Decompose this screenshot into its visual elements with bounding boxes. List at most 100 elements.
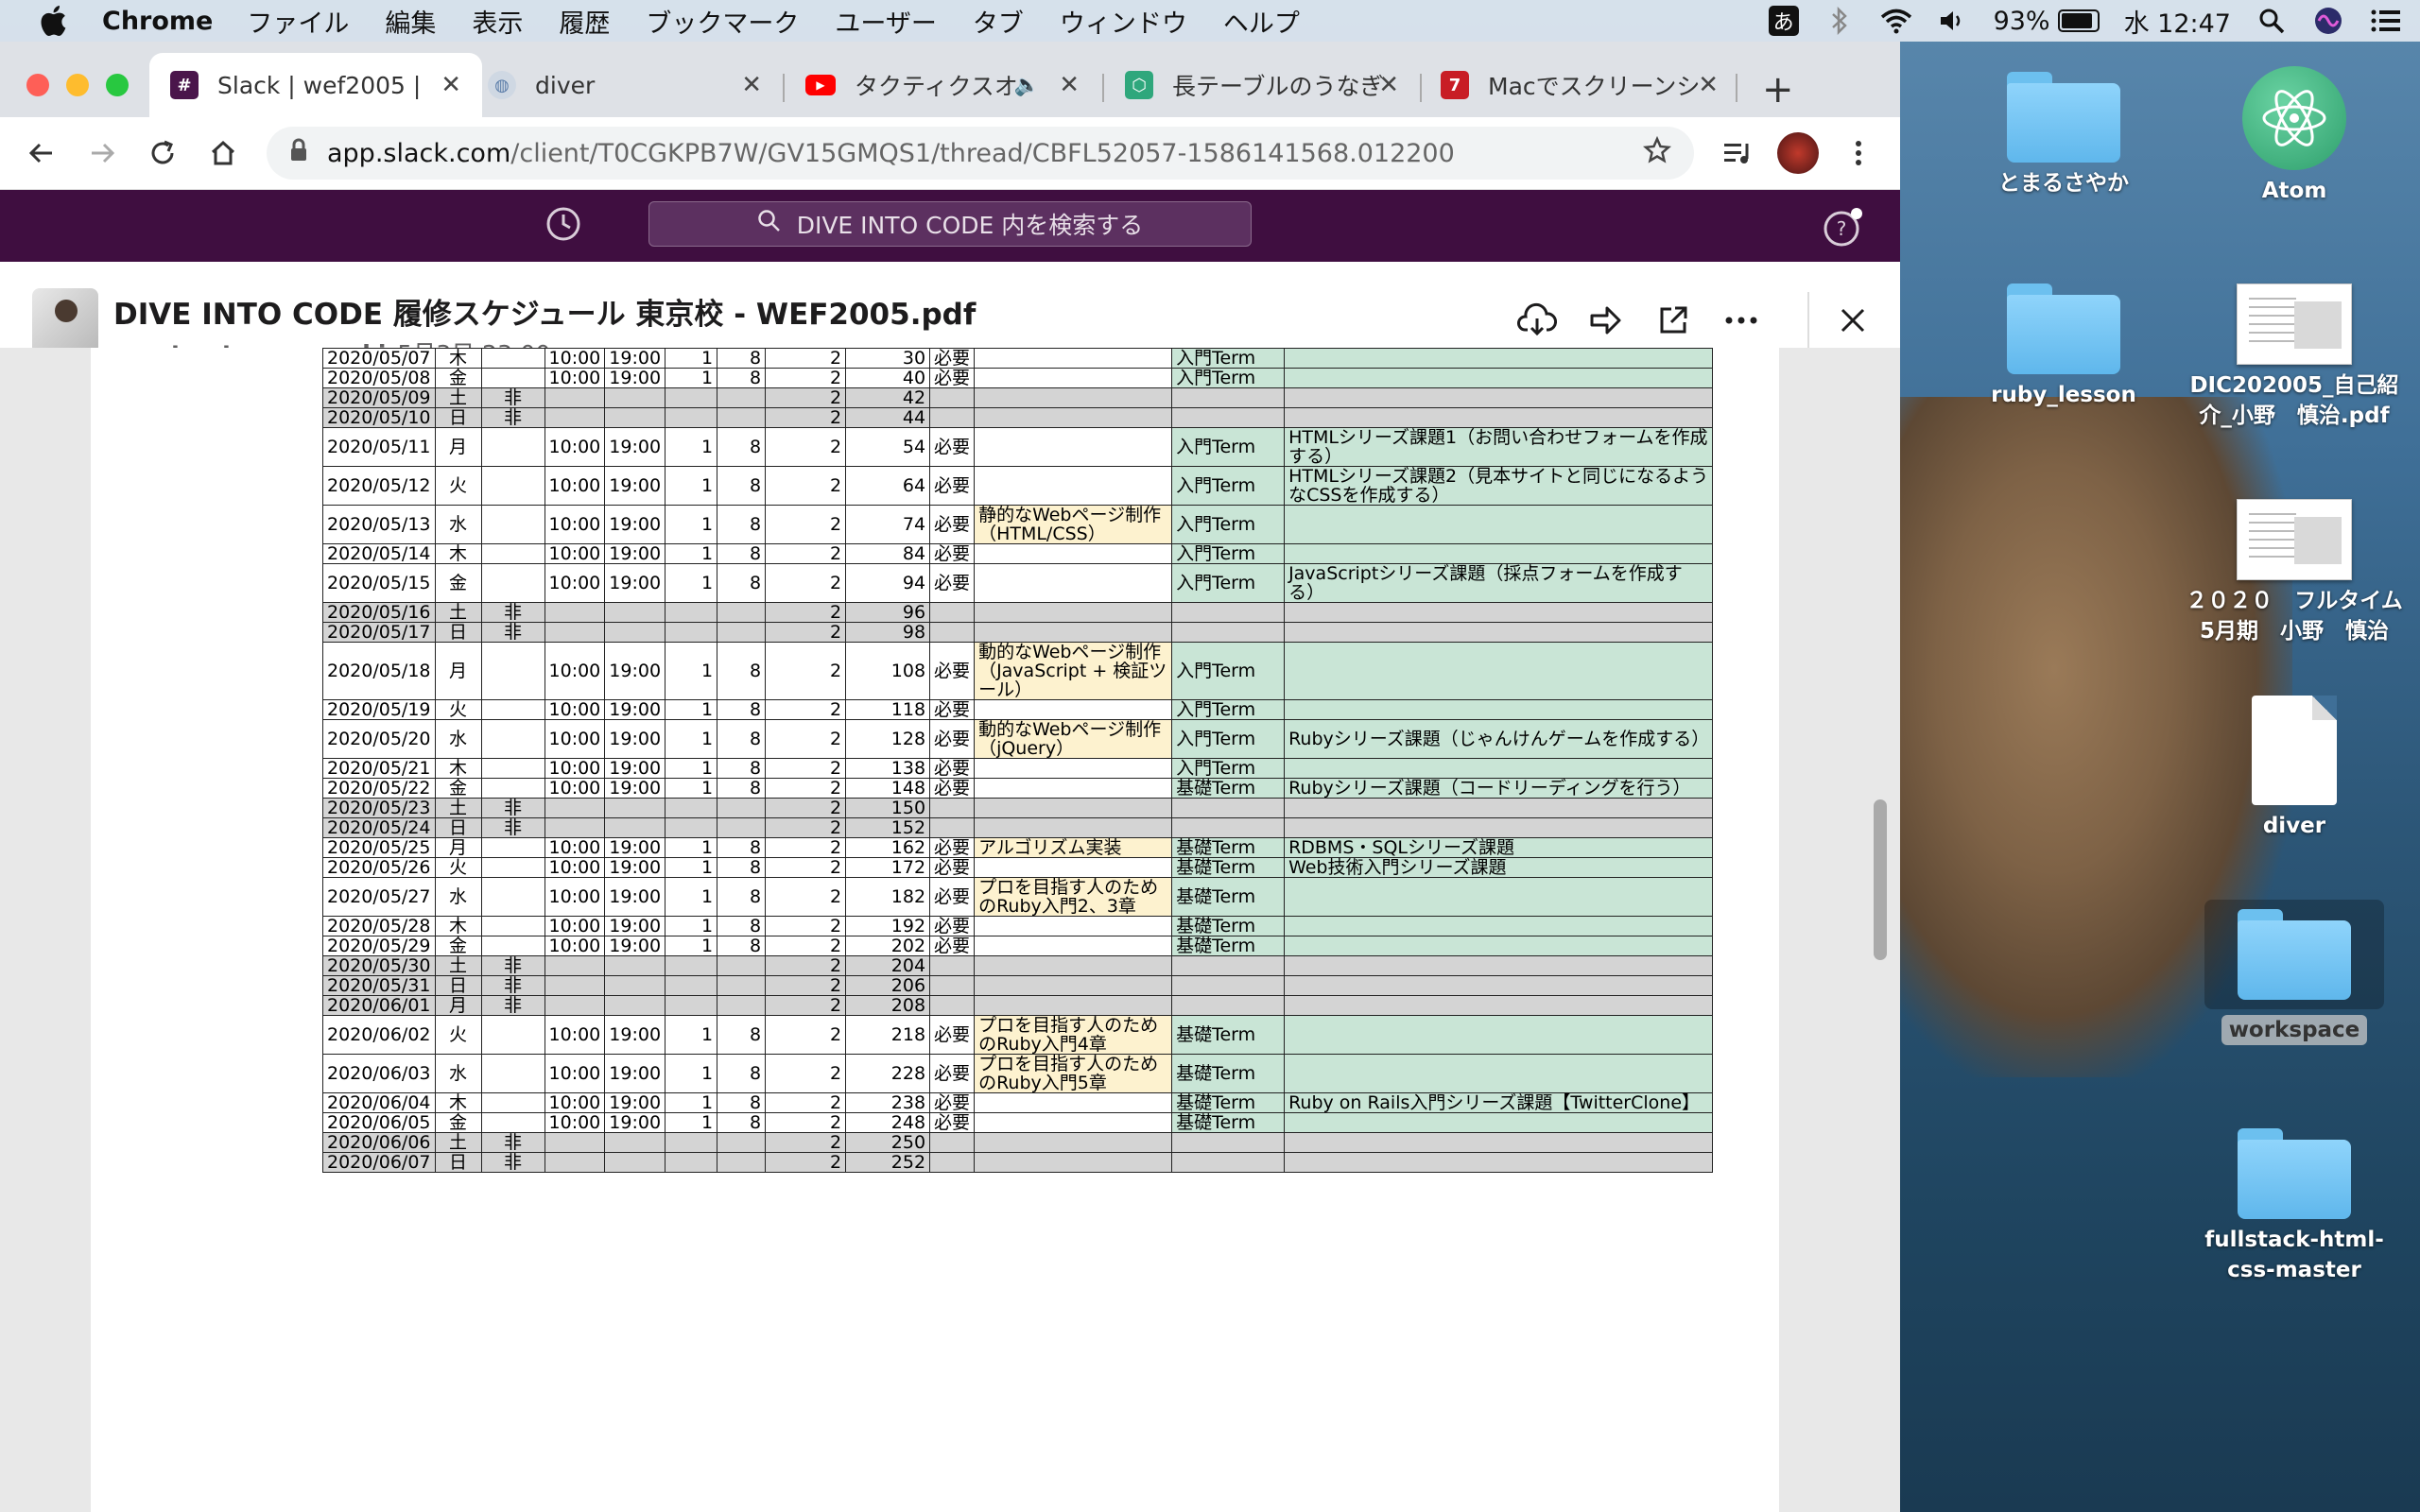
cell-cum: 30 — [845, 348, 931, 369]
tab-close-icon[interactable]: ✕ — [1698, 71, 1719, 99]
help-icon[interactable]: ? — [1823, 205, 1866, 252]
cell-task — [974, 1152, 1173, 1173]
menu-tab[interactable]: タブ — [973, 3, 1024, 40]
input-method-indicator[interactable]: あ — [1768, 6, 1799, 36]
apple-logo-icon[interactable] — [36, 2, 74, 40]
tab-mac-screenshot[interactable]: 7 Macでスクリーンシ ✕ — [1441, 53, 1719, 117]
cell-dow: 月 — [434, 642, 482, 700]
tab-close-icon[interactable]: ✕ — [741, 71, 762, 99]
audio-playing-icon[interactable]: 🔈 — [1014, 74, 1040, 97]
new-tab-plus-icon[interactable]: + — [1762, 68, 1794, 112]
close-icon[interactable] — [1832, 300, 1874, 341]
desktop-file-diver[interactable]: diver — [2204, 696, 2384, 841]
cell-dow: 金 — [434, 778, 482, 799]
notification-center-icon[interactable] — [2369, 5, 2401, 37]
cell-date: 2020/05/26 — [322, 857, 436, 878]
profile-avatar[interactable] — [1777, 132, 1819, 174]
spotlight-search-icon[interactable] — [2256, 5, 2288, 37]
cell-off: 非 — [480, 955, 545, 976]
cell-end — [604, 955, 666, 976]
cell-n2: 2 — [765, 955, 847, 976]
table-row: 2020/05/21 木 10:00 19:00 1 8 2 138 必要 入門Term — [322, 758, 1714, 779]
battery-status[interactable]: 93% — [1994, 7, 2100, 36]
cell-off: 非 — [480, 387, 545, 408]
reload-icon[interactable] — [144, 134, 182, 172]
menu-file[interactable]: ファイル — [247, 3, 349, 40]
tab-youtube[interactable]: ▶ タクティクスオ 🔈 ✕ — [805, 53, 1080, 117]
cell-cum: 248 — [845, 1112, 931, 1133]
cell-end — [604, 817, 666, 838]
volume-icon[interactable] — [1937, 5, 1969, 37]
menu-view[interactable]: 表示 — [472, 3, 523, 40]
back-arrow-icon[interactable] — [23, 134, 60, 172]
desktop-file-self-intro-pdf[interactable]: DIC202005_自己紹介_小野 慎治.pdf — [2186, 284, 2403, 431]
cell-assign — [1284, 798, 1714, 818]
cell-task — [974, 778, 1173, 799]
cell-task — [974, 758, 1173, 779]
vertical-scrollbar[interactable] — [1874, 799, 1887, 960]
bluetooth-icon[interactable] — [1824, 5, 1856, 37]
address-bar[interactable]: app.slack.com/client/T0CGKPB7W/GV15GMQS1… — [267, 127, 1694, 180]
menu-edit[interactable]: 編集 — [385, 3, 436, 40]
close-window-button[interactable] — [26, 74, 49, 96]
cell-cum: 202 — [845, 936, 931, 956]
minimize-window-button[interactable] — [66, 74, 89, 96]
table-row: 2020/06/02 火 10:00 19:00 1 8 2 218 必要 プロを目指す人のための… — [322, 1015, 1714, 1055]
cell-term: 入門Term — [1171, 699, 1286, 720]
svg-text:?: ? — [1837, 217, 1847, 240]
zoom-window-button[interactable] — [106, 74, 129, 96]
cell-n8 — [717, 995, 767, 1016]
bookmark-star-icon[interactable] — [1642, 135, 1672, 171]
slack-search-bar[interactable]: DIVE INTO CODE 内を検索する — [648, 201, 1252, 247]
wifi-icon[interactable] — [1880, 5, 1912, 37]
desktop-folder-tomaru-sayaka[interactable]: とまるさやか — [1974, 72, 2153, 198]
tab-close-icon[interactable]: ✕ — [441, 71, 461, 99]
cell-end: 19:00 — [604, 427, 666, 467]
tab-diver[interactable]: ◍ diver ✕ — [488, 53, 762, 117]
tab-close-icon[interactable]: ✕ — [1059, 71, 1080, 99]
menu-bookmarks[interactable]: ブックマーク — [646, 3, 799, 40]
app-name-menu[interactable]: Chrome — [102, 7, 213, 36]
cell-n8: 8 — [717, 719, 767, 759]
pdf-viewer[interactable]: 2020/05/07 木 10:00 19:00 1 8 2 30 必要 入門Term 2020/0… — [0, 348, 1900, 1512]
cell-dow: 水 — [434, 877, 482, 917]
desktop-app-atom[interactable]: Atom — [2204, 66, 2384, 206]
desktop-file-fulltime-pdf[interactable]: ２０２０ フルタイム5月期 小野 慎治 — [2186, 499, 2403, 646]
desktop-folder-fullstack[interactable]: fullstack-html-css-master — [2186, 1128, 2403, 1285]
share-arrow-icon[interactable] — [1584, 300, 1626, 341]
home-icon[interactable] — [204, 134, 242, 172]
open-external-icon[interactable] — [1652, 300, 1694, 341]
download-icon[interactable] — [1516, 300, 1558, 341]
cell-req: 必要 — [929, 857, 976, 878]
cell-n2: 2 — [765, 602, 847, 623]
tab-slack[interactable]: # Slack | wef2005 | ✕ — [149, 53, 482, 117]
menu-history[interactable]: 履歴 — [559, 3, 610, 40]
tab-close-icon[interactable]: ✕ — [1378, 71, 1399, 99]
siri-icon[interactable] — [2312, 5, 2344, 37]
cell-start: 10:00 — [544, 916, 606, 936]
cell-start — [544, 955, 606, 976]
cell-assign — [1284, 642, 1714, 700]
menu-window[interactable]: ウィンドウ — [1060, 3, 1187, 40]
menu-help[interactable]: ヘルプ — [1223, 3, 1300, 40]
cell-req: 必要 — [929, 699, 976, 720]
desktop-folder-ruby-lesson[interactable]: ruby_lesson — [1974, 284, 2153, 410]
lock-icon[interactable] — [289, 138, 308, 169]
tab-unagi[interactable]: ⬡ 長テーブルのうなぎ ✕ — [1125, 53, 1399, 117]
media-controls-icon[interactable] — [1719, 134, 1756, 172]
menu-people[interactable]: ユーザー — [835, 3, 936, 40]
cell-n1: 1 — [665, 466, 718, 506]
cell-off: 非 — [480, 975, 545, 996]
forward-arrow-icon[interactable] — [83, 134, 121, 172]
cell-n1: 1 — [665, 427, 718, 467]
cell-dow: 火 — [434, 1015, 482, 1055]
tab-divider — [1736, 74, 1737, 102]
desktop-folder-workspace[interactable]: workspace — [2204, 900, 2384, 1045]
battery-icon — [2057, 9, 2100, 32]
more-menu-icon[interactable] — [1840, 134, 1877, 172]
clock[interactable]: 水 12:47 — [2124, 3, 2231, 40]
more-actions-icon[interactable] — [1720, 300, 1762, 341]
avatar[interactable] — [32, 288, 98, 354]
cell-start — [544, 1132, 606, 1153]
history-clock-icon[interactable] — [544, 205, 582, 247]
